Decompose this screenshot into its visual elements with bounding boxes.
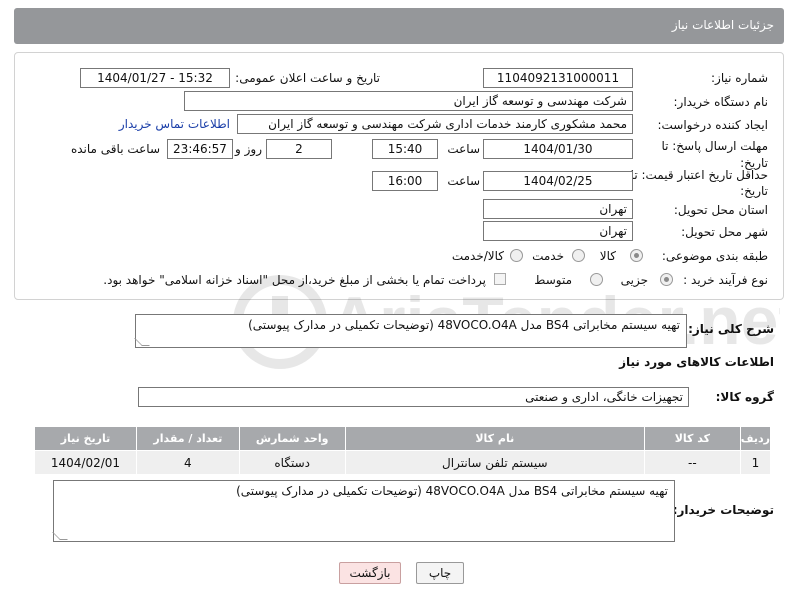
category-goods-service-radio[interactable] (510, 249, 523, 262)
page-title: جزئیات اطلاعات نیاز (671, 18, 774, 32)
cell-row-number: 1 (739, 450, 772, 475)
back-button[interactable]: بازگشت (339, 562, 401, 584)
category-goods-label: کالا (599, 249, 616, 263)
category-goods-radio[interactable] (630, 249, 643, 262)
deadline-date-field[interactable]: 1404/01/30 (483, 139, 633, 159)
province-label: استان محل تحویل: (673, 203, 768, 217)
city-label: شهر محل تحویل: (681, 225, 768, 239)
deadline-time-label: ساعت (447, 142, 480, 156)
buyer-notes-textarea[interactable]: تهیه سیستم مخابراتی BS4 مدل 48VOCO.O4A (… (52, 480, 675, 542)
cell-goods-code: -- (643, 450, 741, 475)
page-header: جزئیات اطلاعات نیاز (14, 8, 784, 44)
process-medium-label: متوسط (534, 273, 572, 287)
buyer-notes-text: تهیه سیستم مخابراتی BS4 مدل 48VOCO.O4A (… (236, 484, 668, 498)
summary-label: شرح کلی نیاز: (688, 322, 774, 336)
deadline-time-field[interactable]: 15:40 (372, 139, 438, 159)
cell-unit: دستگاه (238, 450, 346, 475)
cell-need-date: 1404/02/01 (34, 450, 137, 475)
col-unit: واحد شمارش (238, 426, 346, 451)
goods-table: ردیف کد کالا نام کالا واحد شمارش تعداد /… (34, 426, 772, 475)
announce-label: تاریخ و ساعت اعلان عمومی: (235, 71, 380, 85)
price-valid-time-field[interactable]: 16:00 (372, 171, 438, 191)
col-row-number: ردیف (739, 426, 772, 451)
treasury-payment-note: پرداخت تمام یا بخشی از مبلغ خرید،از محل … (103, 273, 486, 287)
col-need-date: تاریخ نیاز (34, 426, 137, 451)
city-field[interactable]: تهران (483, 221, 633, 241)
category-service-radio[interactable] (572, 249, 585, 262)
buyer-org-label: نام دستگاه خریدار: (673, 95, 769, 109)
price-valid-time-label: ساعت (447, 174, 480, 188)
process-label: نوع فرآیند خرید : (683, 273, 768, 287)
summary-text: تهیه سیستم مخابراتی BS4 مدل 48VOCO.O4A (… (248, 318, 680, 332)
creator-label: ایجاد کننده درخواست: (657, 118, 768, 132)
resize-grip-icon[interactable] (52, 532, 68, 540)
buyer-org-field[interactable]: شرکت مهندسی و توسعه گاز ایران (184, 91, 633, 111)
col-quantity: تعداد / مقدار (135, 426, 240, 451)
cell-goods-name: سیستم تلفن سانترال (344, 450, 645, 475)
cell-quantity: 4 (135, 450, 240, 475)
summary-textarea[interactable]: تهیه سیستم مخابراتی BS4 مدل 48VOCO.O4A (… (134, 314, 687, 348)
goods-section-title: اطلاعات کالاهای مورد نیاز (619, 355, 774, 369)
category-goods-service-label: کالا/خدمت (451, 249, 504, 263)
process-minor-label: جزیی (620, 273, 648, 287)
process-minor-radio[interactable] (660, 273, 673, 286)
table-header-row: ردیف کد کالا نام کالا واحد شمارش تعداد /… (34, 426, 772, 451)
goods-group-field[interactable]: تجهیزات خانگی، اداری و صنعتی (138, 387, 689, 407)
need-number-field[interactable]: 1104092131000011 (483, 68, 633, 88)
resize-grip-icon[interactable] (134, 338, 150, 346)
need-number-label: شماره نیاز: (711, 71, 768, 85)
category-service-label: خدمت (532, 249, 564, 263)
creator-field[interactable]: محمد مشکوری کارمند خدمات اداری شرکت مهند… (237, 114, 633, 134)
days-label: روز و (235, 142, 262, 156)
buyer-notes-label: توضیحات خریدار: (672, 503, 774, 517)
price-valid-date-field[interactable]: 1404/02/25 (483, 171, 633, 191)
treasury-payment-checkbox[interactable] (494, 273, 506, 285)
province-field[interactable]: تهران (483, 199, 633, 219)
table-row[interactable]: 1 -- سیستم تلفن سانترال دستگاه 4 1404/02… (34, 450, 772, 475)
remaining-time-field[interactable]: 23:46:57 (167, 139, 233, 159)
category-label: طبقه بندی موضوعی: (661, 249, 768, 263)
price-valid-label: حداقل تاریخ اعتبار قیمت: تا تاریخ: (630, 168, 768, 198)
days-field[interactable]: 2 (266, 139, 332, 159)
col-goods-code: کد کالا (643, 426, 741, 451)
remaining-label: ساعت باقی مانده (70, 142, 160, 156)
col-goods-name: نام کالا (344, 426, 645, 451)
announce-datetime-field[interactable]: 1404/01/27 - 15:32 (80, 68, 230, 88)
print-button[interactable]: چاپ (416, 562, 464, 584)
process-medium-radio[interactable] (590, 273, 603, 286)
goods-group-label: گروه کالا: (715, 390, 774, 404)
buyer-contact-link[interactable]: اطلاعات تماس خریدار (119, 117, 230, 131)
